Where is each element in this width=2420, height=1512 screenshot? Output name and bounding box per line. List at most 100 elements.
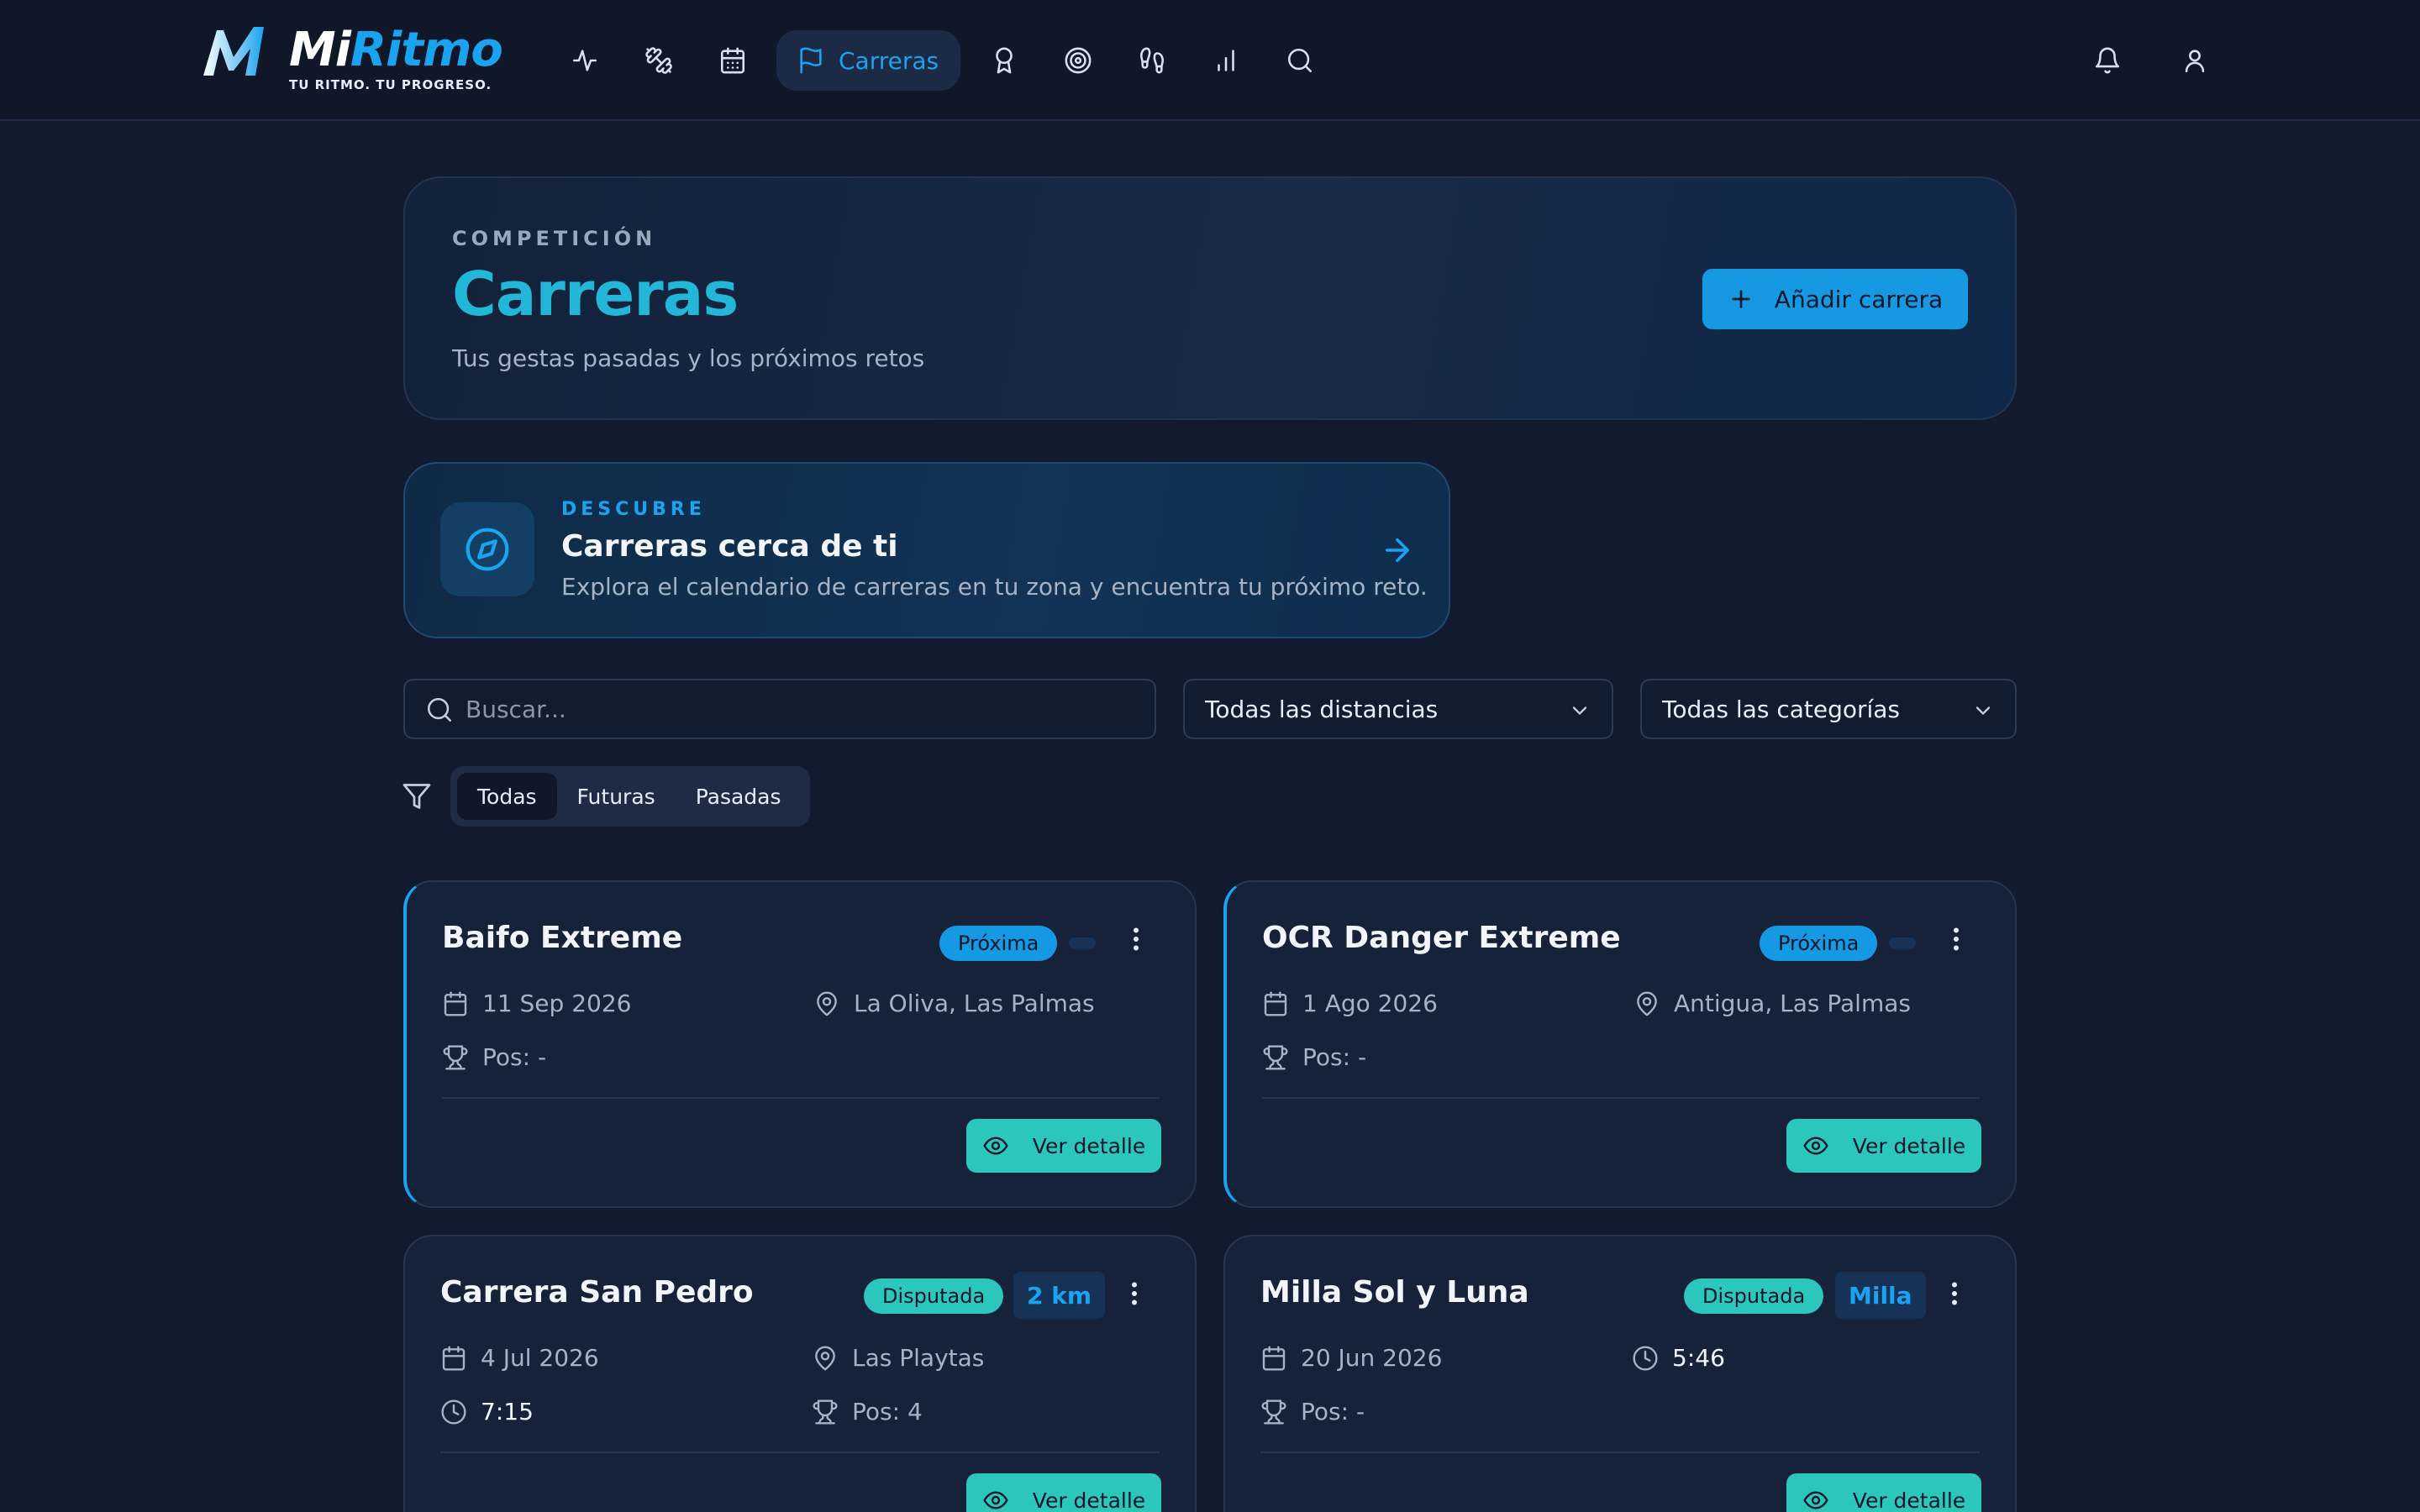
page-header-card: COMPETICIÓN Carreras Tus gestas pasadas … (403, 176, 2017, 420)
race-date-value: 11 Sep 2026 (482, 990, 632, 1017)
target-icon (1065, 47, 1092, 74)
compass-icon (466, 528, 509, 571)
nav-workouts[interactable] (629, 30, 689, 91)
nav-activity[interactable] (555, 30, 615, 91)
view-detail-label: Ver detalle (1032, 1133, 1146, 1158)
more-vertical-icon[interactable] (1941, 924, 1971, 954)
race-title: Baifo Extreme (442, 921, 683, 955)
race-position-value: Pos: - (1301, 1398, 1365, 1425)
calendar-icon (720, 47, 745, 74)
discover-title: Carreras cerca de ti (561, 529, 898, 564)
more-vertical-icon[interactable] (1121, 924, 1151, 954)
brand-logo[interactable]: MiRitmo TU RITMO. TU PROGRESO. (200, 23, 503, 99)
discover-eyebrow: DESCUBRE (561, 499, 706, 520)
race-date: 1 Ago 2026 (1262, 990, 1438, 1017)
race-date-value: 1 Ago 2026 (1302, 990, 1438, 1017)
distance-select[interactable]: Todas las distancias (1183, 679, 1613, 739)
view-detail-label: Ver detalle (1852, 1488, 1966, 1512)
page-subtitle: Tus gestas pasadas y los próximos retos (452, 344, 925, 372)
profile-button[interactable] (2165, 30, 2225, 91)
race-date: 11 Sep 2026 (442, 990, 631, 1017)
nav-achievements[interactable] (974, 30, 1034, 91)
status-badge: Próxima (939, 926, 1058, 961)
view-detail-label: Ver detalle (1852, 1133, 1966, 1158)
more-vertical-icon[interactable] (1119, 1278, 1150, 1309)
status-badge: Disputada (864, 1278, 1004, 1314)
brand-tagline: TU RITMO. TU PROGRESO. (289, 77, 492, 92)
award-icon (996, 47, 1013, 74)
nav-calendar[interactable] (702, 30, 763, 91)
race-location-value: La Oliva, Las Palmas (854, 990, 1095, 1017)
nav-races-label: Carreras (839, 46, 939, 75)
race-title: Milla Sol y Luna (1260, 1275, 1529, 1310)
trophy-icon (1261, 1399, 1286, 1425)
map-pin-icon (815, 1346, 835, 1371)
search-icon (427, 697, 452, 722)
map-pin-icon (817, 991, 837, 1016)
eye-icon (983, 1491, 1008, 1509)
chevron-down-icon (1572, 706, 1587, 715)
distance-tag (1889, 937, 1916, 949)
race-date-value: 20 Jun 2026 (1301, 1344, 1443, 1372)
race-position: Pos: - (1260, 1398, 1365, 1425)
view-detail-button[interactable]: Ver detalle (1786, 1473, 1981, 1512)
race-location: Las Playtas (812, 1344, 984, 1372)
discover-nearby-races-card[interactable]: DESCUBRE Carreras cerca de ti Explora el… (403, 462, 1450, 638)
race-position-value: Pos: 4 (852, 1398, 923, 1425)
chevron-down-icon (1975, 706, 1991, 715)
add-race-button[interactable]: Añadir carrera (1702, 269, 1968, 329)
nav-shoes[interactable] (1122, 30, 1182, 91)
tab-future[interactable]: Futuras (557, 773, 676, 820)
race-card: Baifo Extreme Próxima 11 Sep 2026 La Oli… (403, 880, 1197, 1208)
race-time-value: 7:15 (481, 1398, 534, 1425)
user-icon (2185, 50, 2205, 73)
tab-past[interactable]: Pasadas (676, 773, 802, 820)
nav-races[interactable]: Carreras (776, 30, 961, 91)
calendar-icon (1262, 1345, 1286, 1371)
flag-icon (800, 47, 822, 74)
notifications-button[interactable] (2077, 30, 2138, 91)
race-date: 4 Jul 2026 (440, 1344, 599, 1372)
distance-tag: 2 km (1013, 1272, 1106, 1319)
distance-tag: Milla (1835, 1272, 1926, 1319)
nav-goals[interactable] (1048, 30, 1108, 91)
view-detail-button[interactable]: Ver detalle (966, 1473, 1161, 1512)
clock-icon (1633, 1345, 1658, 1371)
card-divider (1260, 1452, 1980, 1453)
view-detail-button[interactable]: Ver detalle (1786, 1119, 1981, 1173)
category-select-value: Todas las categorías (1662, 695, 1901, 723)
discover-subtitle: Explora el calendario de carreras en tu … (561, 573, 1428, 601)
race-position-value: Pos: - (1302, 1043, 1367, 1071)
tab-all[interactable]: Todas (457, 773, 557, 820)
search-input[interactable] (466, 689, 1138, 729)
filter-icon (402, 784, 431, 809)
race-date: 20 Jun 2026 (1260, 1344, 1442, 1372)
race-position: Pos: - (442, 1043, 546, 1071)
distance-select-value: Todas las distancias (1205, 695, 1439, 723)
nav-search[interactable] (1270, 30, 1330, 91)
activity-icon (572, 50, 597, 71)
race-title: Carrera San Pedro (440, 1275, 754, 1310)
trophy-icon (443, 1044, 468, 1070)
trophy-icon (813, 1399, 838, 1425)
card-divider (440, 1452, 1160, 1453)
nav-stats[interactable] (1196, 30, 1256, 91)
add-race-label: Añadir carrera (1774, 285, 1944, 313)
page-eyebrow: COMPETICIÓN (452, 227, 657, 250)
top-right-actions (2077, 30, 2225, 91)
brand-name-part-b: Ritmo (350, 23, 503, 77)
race-card: Carrera San Pedro Disputada 2 km 4 Jul 2… (403, 1235, 1197, 1512)
main-nav: Carreras (555, 30, 1344, 91)
category-select[interactable]: Todas las categorías (1640, 679, 2017, 739)
race-position: Pos: - (1262, 1043, 1366, 1071)
logo-mark-icon (203, 27, 264, 76)
card-divider (442, 1097, 1160, 1099)
eye-icon (1803, 1491, 1828, 1509)
bell-icon (2095, 47, 2120, 74)
race-location-value: Las Playtas (852, 1344, 985, 1372)
more-vertical-icon[interactable] (1939, 1278, 1970, 1309)
trophy-icon (1263, 1044, 1288, 1070)
view-detail-button[interactable]: Ver detalle (966, 1119, 1161, 1173)
card-divider (1262, 1097, 1980, 1099)
map-pin-icon (1637, 991, 1657, 1016)
